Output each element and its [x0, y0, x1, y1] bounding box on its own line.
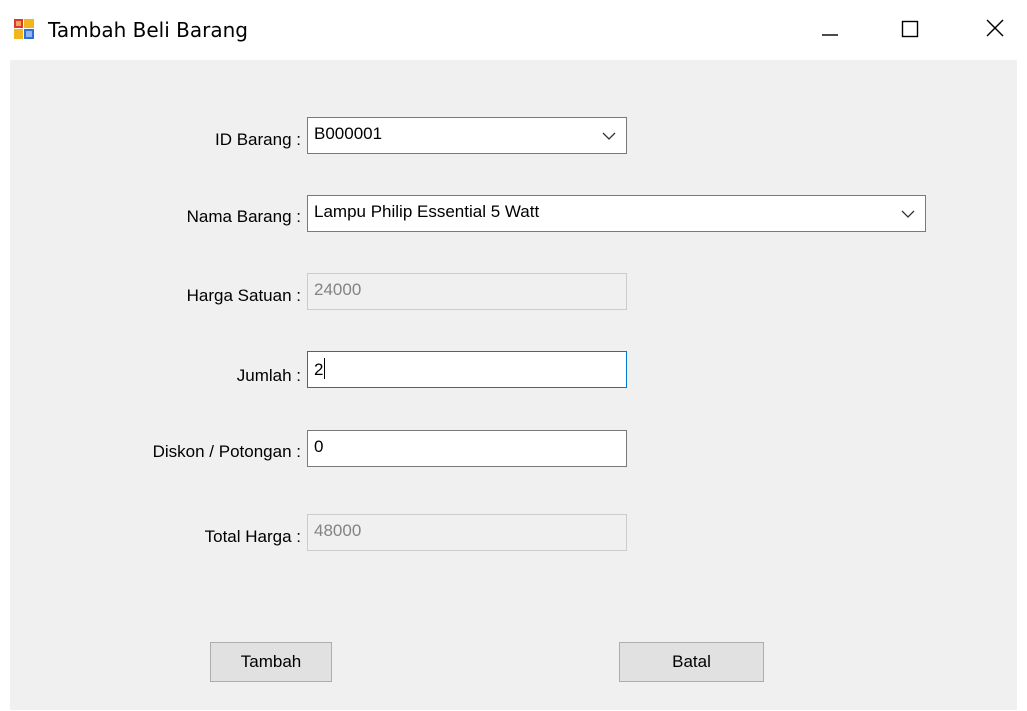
- harga-satuan-field: 24000: [307, 273, 627, 310]
- nama-barang-value: Lampu Philip Essential 5 Watt: [314, 202, 540, 221]
- id-barang-value: B000001: [314, 124, 383, 143]
- chevron-down-icon[interactable]: [602, 132, 616, 141]
- harga-satuan-value: 24000: [314, 280, 362, 299]
- title-bar: Tambah Beli Barang: [0, 0, 1027, 60]
- close-icon: [986, 19, 1004, 37]
- total-harga-value: 48000: [314, 521, 362, 540]
- id-barang-label: ID Barang :: [215, 130, 301, 149]
- chevron-down-icon[interactable]: [901, 210, 915, 219]
- app-form-icon: [13, 18, 35, 40]
- diskon-label: Diskon / Potongan :: [152, 442, 301, 461]
- jumlah-label: Jumlah :: [236, 366, 301, 385]
- jumlah-input[interactable]: 2: [307, 351, 627, 388]
- form-client-area: ID Barang : B000001 Nama Barang : Lampu …: [10, 60, 1017, 710]
- tambah-button[interactable]: Tambah: [210, 642, 332, 682]
- text-caret: [324, 358, 326, 379]
- maximize-icon: [901, 20, 919, 38]
- maximize-button[interactable]: [880, 0, 940, 60]
- close-button[interactable]: [965, 0, 1025, 60]
- jumlah-value: 2: [314, 360, 324, 379]
- id-barang-combobox[interactable]: B000001: [307, 117, 627, 154]
- total-harga-label: Total Harga :: [204, 527, 301, 546]
- window-title: Tambah Beli Barang: [48, 18, 248, 42]
- batal-button[interactable]: Batal: [619, 642, 764, 682]
- nama-barang-combobox[interactable]: Lampu Philip Essential 5 Watt: [307, 195, 926, 232]
- diskon-value: 0: [314, 437, 324, 456]
- harga-satuan-label: Harga Satuan :: [186, 286, 301, 305]
- minimize-icon: [822, 34, 838, 36]
- diskon-input[interactable]: 0: [307, 430, 627, 467]
- minimize-button[interactable]: [800, 0, 860, 60]
- total-harga-field: 48000: [307, 514, 627, 551]
- nama-barang-label: Nama Barang :: [186, 207, 301, 226]
